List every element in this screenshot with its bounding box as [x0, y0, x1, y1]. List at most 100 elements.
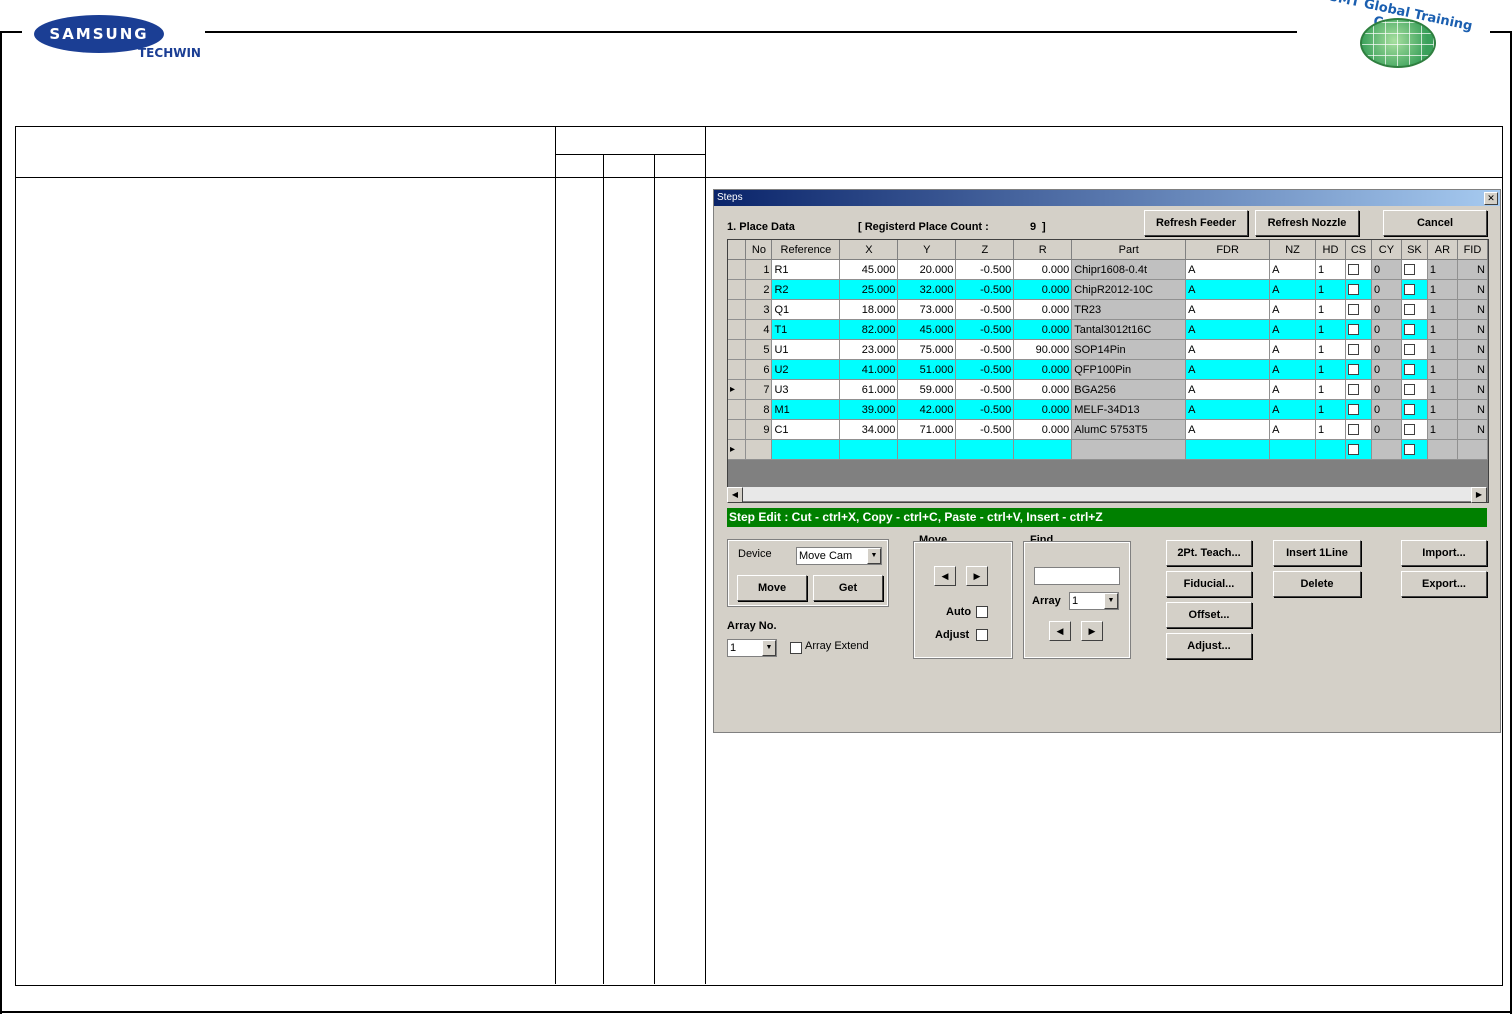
part-cell[interactable]: QFP100Pin — [1071, 359, 1187, 380]
find-array-select[interactable]: 1 ▼ — [1069, 592, 1119, 610]
cs-checkbox[interactable] — [1347, 264, 1359, 276]
ref-cell[interactable]: R2 — [771, 279, 841, 300]
nz-cell[interactable]: A — [1269, 399, 1316, 420]
ref-cell[interactable]: R1 — [771, 259, 841, 280]
find-prev-icon[interactable]: ◀ — [1049, 621, 1071, 641]
no-cell[interactable]: 5 — [745, 339, 773, 360]
r-cell[interactable]: 0.000 — [1013, 399, 1073, 420]
y-cell[interactable]: 75.000 — [897, 339, 957, 360]
y-cell[interactable]: 42.000 — [897, 399, 957, 420]
hd-cell[interactable]: 1 — [1315, 359, 1346, 380]
delete-button[interactable]: Delete — [1273, 571, 1361, 597]
nz-cell[interactable]: A — [1269, 339, 1316, 360]
no-cell[interactable]: 3 — [745, 299, 773, 320]
ar-cell[interactable]: 1 — [1427, 259, 1458, 280]
sk-checkbox[interactable] — [1403, 324, 1415, 336]
close-icon[interactable]: ✕ — [1484, 192, 1498, 205]
cs-checkbox-cell[interactable] — [1345, 379, 1372, 400]
fid-cell[interactable]: N — [1457, 399, 1488, 420]
cy-cell[interactable]: 0 — [1371, 339, 1402, 360]
ref-cell[interactable]: Q1 — [771, 299, 841, 320]
fdr-cell[interactable]: A — [1185, 279, 1271, 300]
fid-cell[interactable]: N — [1457, 379, 1488, 400]
cs-checkbox-cell[interactable] — [1345, 299, 1372, 320]
y-cell[interactable]: 32.000 — [897, 279, 957, 300]
table-row[interactable]: 8 M1 39.000 42.000 -0.500 0.000 MELF-34D13 A A 1 0… — [728, 399, 1488, 420]
adjust-button[interactable]: Adjust... — [1166, 633, 1252, 659]
two-point-teach-button[interactable]: 2Pt. Teach... — [1166, 540, 1252, 566]
nz-cell[interactable]: A — [1269, 379, 1316, 400]
nz-cell[interactable]: A — [1269, 279, 1316, 300]
cs-checkbox-cell[interactable] — [1345, 399, 1372, 420]
x-cell[interactable]: 18.000 — [839, 299, 899, 320]
ref-cell[interactable]: T1 — [771, 319, 841, 340]
new-ref-cell[interactable] — [771, 439, 841, 460]
cs-checkbox-cell[interactable] — [1345, 279, 1372, 300]
new-hd-cell[interactable] — [1315, 439, 1346, 460]
x-cell[interactable]: 61.000 — [839, 379, 899, 400]
fdr-cell[interactable]: A — [1185, 419, 1271, 440]
cs-checkbox-cell[interactable] — [1345, 319, 1372, 340]
new-fid-cell[interactable] — [1457, 439, 1488, 460]
row-selector[interactable] — [728, 359, 747, 380]
r-cell[interactable]: 0.000 — [1013, 299, 1073, 320]
hd-cell[interactable]: 1 — [1315, 299, 1346, 320]
sk-checkbox[interactable] — [1403, 304, 1415, 316]
cy-cell[interactable]: 0 — [1371, 419, 1402, 440]
column-header[interactable]: Y — [897, 240, 957, 260]
cy-cell[interactable]: 0 — [1371, 359, 1402, 380]
nz-cell[interactable]: A — [1269, 319, 1316, 340]
y-cell[interactable]: 59.000 — [897, 379, 957, 400]
fid-cell[interactable]: N — [1457, 339, 1488, 360]
adjust-checkbox[interactable] — [976, 629, 988, 641]
new-nz-cell[interactable] — [1269, 439, 1316, 460]
x-cell[interactable]: 45.000 — [839, 259, 899, 280]
ar-cell[interactable]: 1 — [1427, 299, 1458, 320]
sk-checkbox[interactable] — [1403, 424, 1415, 436]
column-header[interactable]: CY — [1371, 240, 1402, 260]
table-row[interactable]: 9 C1 34.000 71.000 -0.500 0.000 AlumC 5753T5 A A… — [728, 419, 1488, 440]
table-row[interactable]: ▸ 7 U3 61.000 59.000 -0.500 0.000 BGA256 A A 1 0 1 N — [728, 379, 1488, 400]
y-cell[interactable]: 20.000 — [897, 259, 957, 280]
column-header[interactable]: FID — [1457, 240, 1488, 260]
table-row[interactable]: 2 R2 25.000 32.000 -0.500 0.000 ChipR2012-10C A… — [728, 279, 1488, 300]
sk-checkbox-cell[interactable] — [1401, 379, 1428, 400]
chevron-down-icon[interactable]: ▼ — [762, 640, 776, 656]
array-no-select[interactable]: 1 ▼ — [727, 639, 777, 657]
refresh-feeder-button[interactable]: Refresh Feeder — [1144, 210, 1248, 236]
cs-checkbox[interactable] — [1347, 344, 1359, 356]
row-selector[interactable] — [728, 399, 747, 420]
move-left-icon[interactable]: ◀ — [934, 566, 956, 586]
hd-cell[interactable]: 1 — [1315, 279, 1346, 300]
r-cell[interactable]: 0.000 — [1013, 379, 1073, 400]
x-cell[interactable]: 34.000 — [839, 419, 899, 440]
place-data-grid[interactable]: No Reference X Y Z R Part FDR NZ HD CS CY SK AR FID 1 R1… — [727, 239, 1489, 503]
z-cell[interactable]: -0.500 — [955, 319, 1015, 340]
ref-cell[interactable]: C1 — [771, 419, 841, 440]
device-select[interactable]: Move Cam ▼ — [796, 547, 882, 565]
fdr-cell[interactable]: A — [1185, 359, 1271, 380]
fid-cell[interactable]: N — [1457, 419, 1488, 440]
r-cell[interactable]: 0.000 — [1013, 419, 1073, 440]
new-part-cell[interactable] — [1071, 439, 1187, 460]
hd-cell[interactable]: 1 — [1315, 259, 1346, 280]
new-cy-cell[interactable] — [1371, 439, 1402, 460]
no-cell[interactable]: 1 — [745, 259, 773, 280]
grid-horizontal-scrollbar[interactable]: ◀ ▶ — [727, 487, 1487, 503]
no-cell[interactable]: 9 — [745, 419, 773, 440]
auto-checkbox[interactable] — [976, 606, 988, 618]
r-cell[interactable]: 0.000 — [1013, 319, 1073, 340]
row-selector[interactable] — [728, 259, 747, 280]
fid-cell[interactable]: N — [1457, 319, 1488, 340]
no-cell[interactable]: 4 — [745, 319, 773, 340]
hd-cell[interactable]: 1 — [1315, 339, 1346, 360]
sk-checkbox[interactable] — [1403, 384, 1415, 396]
array-extend-checkbox[interactable] — [790, 642, 802, 654]
r-cell[interactable]: 0.000 — [1013, 279, 1073, 300]
ref-cell[interactable]: U1 — [771, 339, 841, 360]
offset-button[interactable]: Offset... — [1166, 602, 1252, 628]
hd-cell[interactable]: 1 — [1315, 419, 1346, 440]
column-header[interactable]: AR — [1427, 240, 1458, 260]
current-row-arrow-icon[interactable]: ▸ — [728, 379, 747, 400]
fid-cell[interactable]: N — [1457, 299, 1488, 320]
